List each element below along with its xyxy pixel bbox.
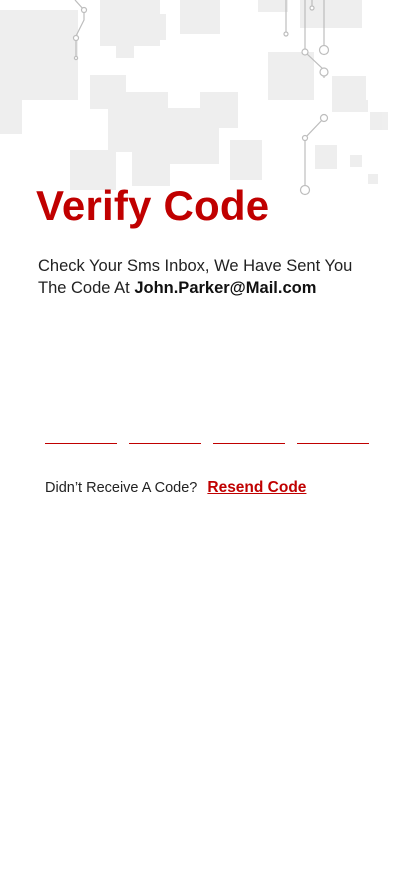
verification-code-inputs	[45, 412, 369, 444]
resend-code-link[interactable]: Resend Code	[207, 479, 306, 496]
email-address: John.Parker@Mail.com	[134, 279, 317, 297]
code-digit-2[interactable]	[129, 412, 201, 444]
resend-row: Didn’t Receive A Code? Resend Code	[45, 479, 306, 497]
code-digit-4[interactable]	[297, 412, 369, 444]
verify-description: Check Your Sms Inbox, We Have Sent You T…	[38, 255, 378, 299]
page-title: Verify Code	[36, 182, 270, 229]
code-digit-1[interactable]	[45, 412, 117, 444]
resend-question: Didn’t Receive A Code?	[45, 480, 198, 496]
code-digit-3[interactable]	[213, 412, 285, 444]
